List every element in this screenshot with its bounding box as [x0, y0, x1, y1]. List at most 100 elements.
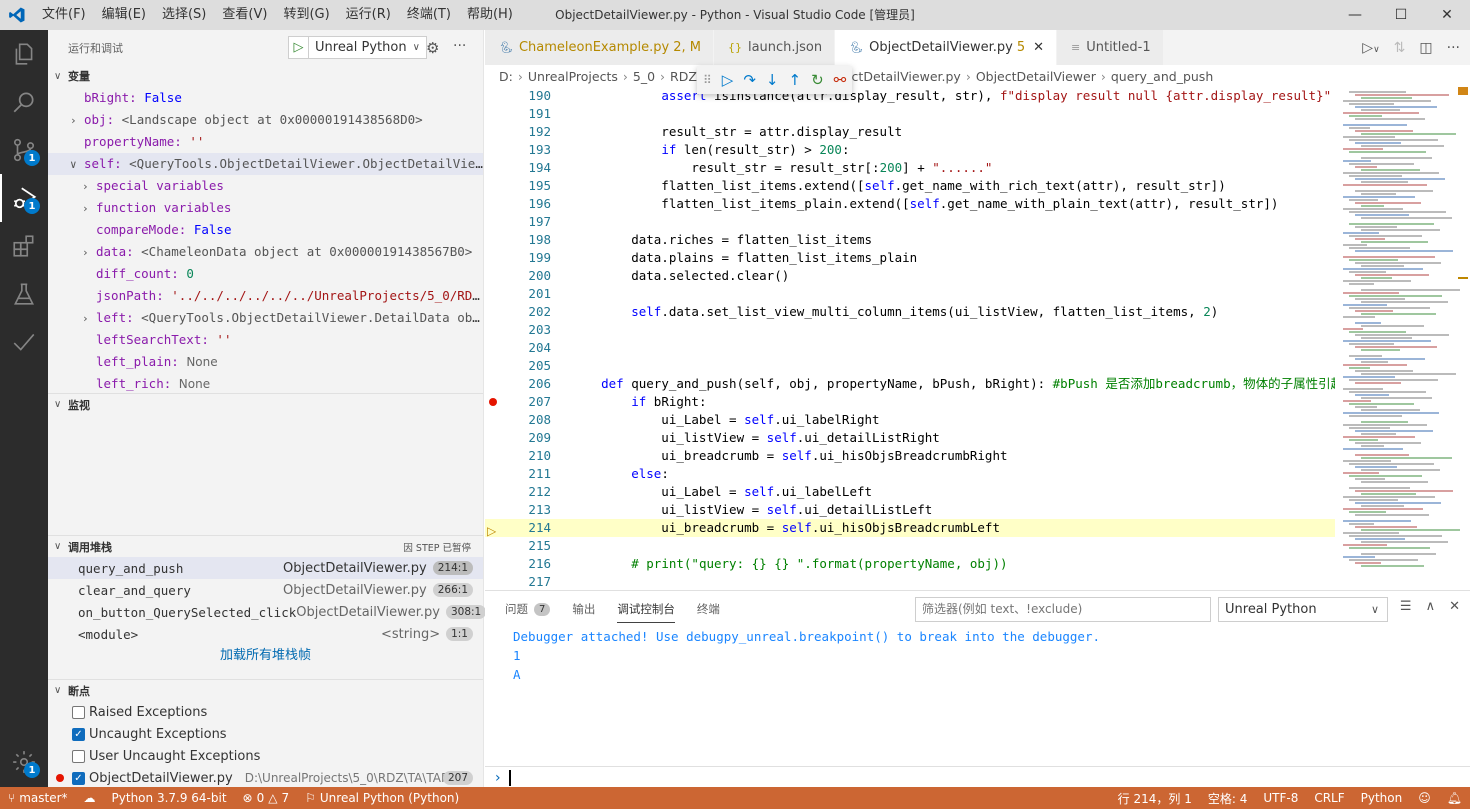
editor-tab[interactable]: 🐍︎ ChameleonExample.py 2, M [485, 30, 714, 65]
drag-handle-icon[interactable]: ⠿ [703, 73, 712, 87]
gutter[interactable] [485, 285, 511, 303]
language-mode[interactable]: Python [1353, 790, 1411, 807]
variable-row[interactable]: compareMode: False [48, 219, 483, 241]
console-select[interactable]: Unreal Python ∨ [1218, 597, 1388, 622]
notifications-icon[interactable]: 🔔︎ [1439, 790, 1470, 807]
gear-icon[interactable]: ⚙ [426, 39, 439, 57]
variable-row[interactable]: left_rich: None [48, 373, 483, 393]
feedback-icon[interactable]: ☺ [1410, 790, 1439, 807]
gutter[interactable] [485, 357, 511, 375]
step-into-icon[interactable]: ↓ [766, 71, 779, 89]
gutter[interactable] [485, 393, 511, 411]
gutter[interactable] [485, 375, 511, 393]
gutter[interactable] [485, 555, 511, 573]
minimize-button[interactable]: — [1332, 0, 1378, 30]
callstack-frame[interactable]: <module> <string> 1:1 [48, 623, 483, 645]
callstack-frame[interactable]: query_and_push ObjectDetailViewer.py 214:1 [48, 557, 483, 579]
minimap[interactable] [1335, 87, 1470, 590]
menu-item[interactable]: 帮助(H) [459, 0, 521, 30]
load-all-frames-link[interactable]: 加载所有堆栈帧 [48, 645, 483, 667]
gutter[interactable] [485, 339, 511, 357]
run-file-icon[interactable]: ▷∨ [1362, 40, 1379, 56]
split-editor-icon[interactable]: ◫ [1419, 40, 1432, 56]
gutter[interactable] [485, 465, 511, 483]
gutter[interactable] [485, 195, 511, 213]
cursor-position[interactable]: 行 214，列 1 [1110, 790, 1200, 807]
gutter[interactable] [485, 501, 511, 519]
more-actions-icon[interactable]: ··· [1447, 40, 1460, 56]
checkmark-button[interactable] [0, 318, 48, 366]
callstack-frame[interactable]: clear_and_query ObjectDetailViewer.py 266:… [48, 579, 483, 601]
breakpoint-option[interactable]: User Uncaught Exceptions [48, 745, 483, 767]
gutter[interactable] [485, 447, 511, 465]
gutter[interactable] [485, 267, 511, 285]
problems-status[interactable]: ⊗ 0 △ 7 [235, 791, 298, 805]
gutter[interactable] [485, 321, 511, 339]
gutter[interactable] [485, 483, 511, 501]
twistie-icon[interactable]: › [82, 242, 96, 263]
console-filter-input[interactable]: 筛选器(例如 text、!exclude) [915, 597, 1211, 622]
start-debug-icon[interactable]: ▷ [289, 37, 309, 58]
breadcrumb-item[interactable]: UnrealProjects [528, 69, 618, 84]
debug-config-dropdown[interactable]: ▷ Unreal Python ∨ [288, 36, 427, 59]
breadcrumb-item[interactable]: ObjectDetailViewer [976, 69, 1096, 84]
variable-row[interactable]: › left: <QueryTools.ObjectDetailViewer.De… [48, 307, 483, 329]
branch-status[interactable]: ⑂ master* [0, 791, 76, 805]
menu-item[interactable]: 终端(T) [399, 0, 459, 30]
explorer-button[interactable] [0, 30, 48, 78]
variable-row[interactable]: ∨ self: <QueryTools.ObjectDetailViewer.Ob… [48, 153, 483, 175]
gutter[interactable] [485, 537, 511, 555]
maximize-button[interactable]: ☐ [1378, 0, 1424, 30]
breadcrumb-item[interactable]: 5_0 [633, 69, 655, 84]
variable-row[interactable]: bRight: False [48, 87, 483, 109]
code-view[interactable]: 190 assert isinstance(attr.display_resul… [485, 87, 1335, 590]
menu-item[interactable]: 选择(S) [154, 0, 214, 30]
panel-tab[interactable]: 终端 [697, 591, 720, 627]
run-debug-button[interactable]: 1 [0, 174, 48, 222]
editor-tab[interactable]: ≡ Untitled-1 [1057, 30, 1164, 65]
gutter[interactable] [485, 429, 511, 447]
twistie-icon[interactable]: › [82, 308, 96, 329]
breakpoint-checkbox[interactable]: ✓ [72, 771, 85, 785]
disconnect-icon[interactable]: ⚯ [834, 71, 847, 89]
testing-button[interactable] [0, 270, 48, 318]
gutter[interactable] [485, 141, 511, 159]
menu-item[interactable]: 查看(V) [214, 0, 275, 30]
gutter[interactable] [485, 123, 511, 141]
repl-input[interactable]: › [485, 766, 1470, 788]
twistie-icon[interactable]: ∨ [70, 154, 84, 175]
callstack-frame[interactable]: on_button_QuerySelected_click ObjectDetai… [48, 601, 487, 623]
gutter[interactable] [485, 231, 511, 249]
menu-item[interactable]: 运行(R) [338, 0, 399, 30]
variable-row[interactable]: › obj: <Landscape object at 0x00000191438… [48, 109, 483, 131]
breadcrumb-item[interactable]: D: [499, 69, 513, 84]
breakpoints-section-header[interactable]: ∨ 断点 [48, 679, 483, 701]
clear-console-icon[interactable]: ☰ [1400, 599, 1412, 614]
source-control-button[interactable]: 1 [0, 126, 48, 174]
line-ending[interactable]: CRLF [1306, 790, 1352, 807]
checkbox[interactable]: ✓ [72, 727, 85, 741]
breakpoint-file-row[interactable]: ✓ ObjectDetailViewer.py D:\UnrealProject… [48, 767, 483, 789]
variables-section-header[interactable]: ∨ 变量 [48, 65, 483, 87]
watch-section-header[interactable]: ∨ 监视 [48, 393, 483, 415]
breadcrumb-item[interactable]: RDZ [670, 69, 697, 84]
variable-row[interactable]: left_plain: None [48, 351, 483, 373]
gutter[interactable] [485, 159, 511, 177]
twistie-icon[interactable]: › [70, 110, 84, 131]
menu-item[interactable]: 转到(G) [275, 0, 337, 30]
twistie-icon[interactable]: › [82, 198, 96, 219]
twistie-icon[interactable]: › [82, 176, 96, 197]
checkbox[interactable] [72, 749, 85, 763]
variable-row[interactable]: jsonPath: '../../../../../../UnrealProje… [48, 285, 483, 307]
breakpoint-option[interactable]: ✓ Uncaught Exceptions [48, 723, 483, 745]
manage-button[interactable]: 1 [0, 738, 48, 786]
close-icon[interactable]: ✕ [1033, 40, 1044, 55]
breakpoint-option[interactable]: Raised Exceptions [48, 701, 483, 723]
gutter[interactable] [485, 303, 511, 321]
gutter[interactable] [485, 411, 511, 429]
debug-config-status[interactable]: ⚐ Unreal Python (Python) [297, 791, 467, 805]
checkbox[interactable] [72, 705, 85, 719]
panel-tab[interactable]: 输出 [572, 591, 595, 627]
indentation[interactable]: 空格: 4 [1200, 790, 1256, 807]
gutter[interactable] [485, 573, 511, 590]
